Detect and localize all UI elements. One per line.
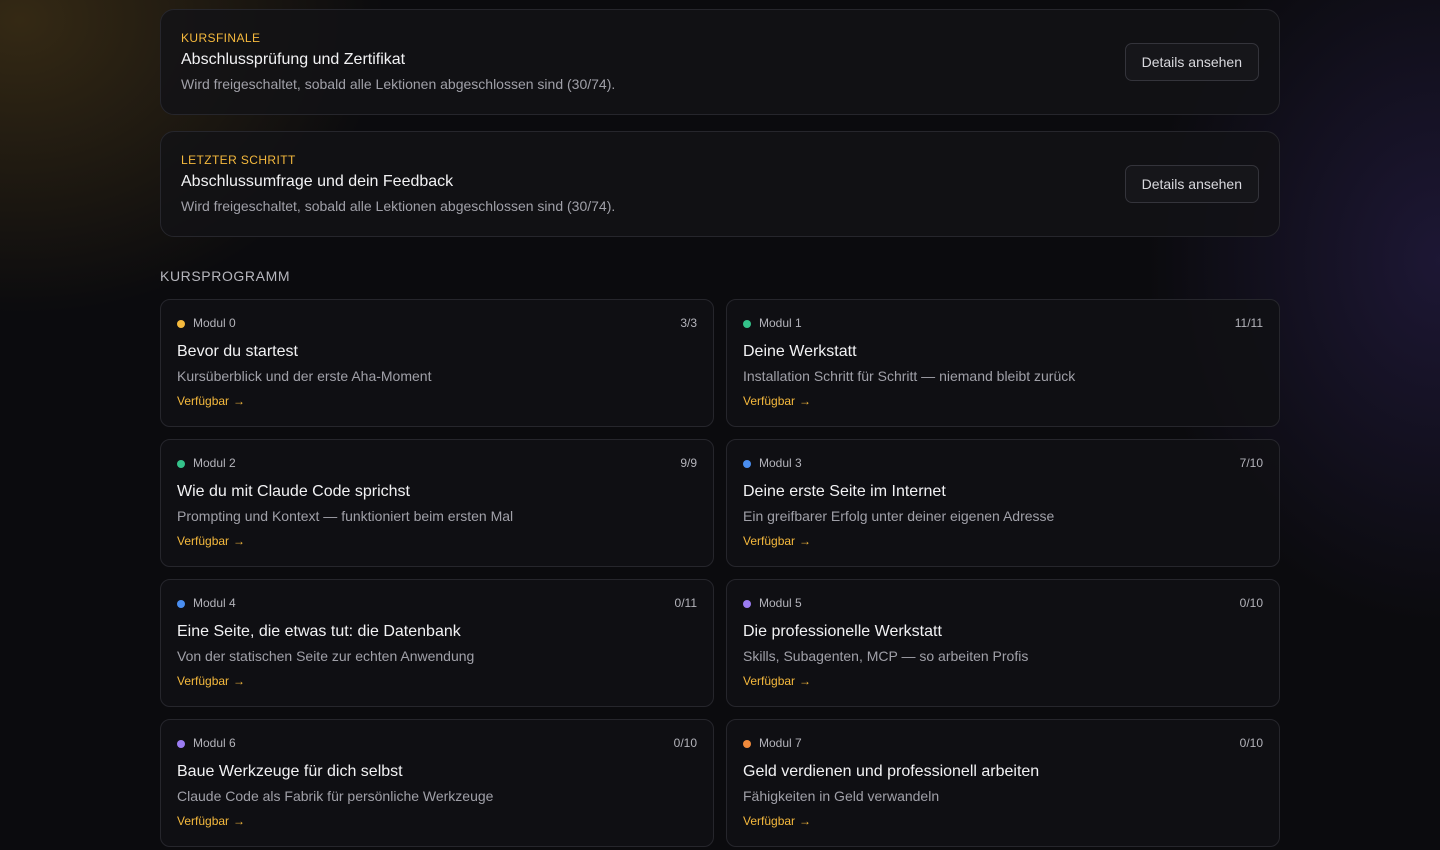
module-description: Von der statischen Seite zur echten Anwe…	[177, 648, 475, 664]
arrow-right-icon: →	[233, 534, 246, 548]
module-available-label: Verfügbar	[177, 674, 230, 688]
module-title: Geld verdienen und professionell arbeite…	[743, 763, 1040, 780]
module-card-0[interactable]: Modul 0 3/3 Bevor du startest Kursüberbl…	[160, 299, 714, 427]
arrow-right-icon: →	[233, 674, 246, 688]
program-heading: KURSPROGRAMM	[160, 268, 291, 284]
module-available-label: Verfügbar	[743, 394, 796, 408]
module-title: Bevor du startest	[177, 343, 298, 360]
module-status-dot	[743, 460, 751, 468]
course-content: KURSFINALE Abschlussprüfung und Zertifik…	[160, 9, 1280, 847]
module-title: Deine erste Seite im Internet	[743, 483, 946, 500]
module-progress: 3/3	[680, 316, 697, 330]
module-title: Baue Werkzeuge für dich selbst	[177, 763, 403, 780]
module-available-link[interactable]: Verfügbar →	[177, 534, 245, 548]
module-label: Modul 1	[759, 316, 802, 330]
course-page: KURSFINALE Abschlussprüfung und Zertifik…	[0, 0, 1440, 850]
final-exam-title: Abschlussprüfung und Zertifikat	[181, 51, 406, 68]
arrow-right-icon: →	[799, 394, 812, 408]
module-title: Die professionelle Werkstatt	[743, 623, 942, 640]
module-available-link[interactable]: Verfügbar →	[743, 534, 811, 548]
module-description: Installation Schritt für Schritt — niema…	[743, 368, 1076, 384]
arrow-right-icon: →	[233, 394, 246, 408]
final-survey-eyebrow: LETZTER SCHRITT	[181, 153, 296, 167]
module-description: Prompting und Kontext — funktioniert bei…	[177, 508, 514, 524]
module-status-dot	[743, 600, 751, 608]
module-title: Deine Werkstatt	[743, 343, 857, 360]
final-exam-details-button[interactable]: Details ansehen	[1124, 43, 1259, 81]
module-grid: Modul 0 3/3 Bevor du startest Kursüberbl…	[160, 299, 1280, 847]
module-description: Kursüberblick und der erste Aha-Moment	[177, 368, 432, 384]
module-title: Eine Seite, die etwas tut: die Datenbank	[177, 623, 461, 640]
module-available-link[interactable]: Verfügbar →	[177, 394, 245, 408]
module-card-4[interactable]: Modul 4 0/11 Eine Seite, die etwas tut: …	[160, 579, 714, 707]
module-description: Ein greifbarer Erfolg unter deiner eigen…	[743, 508, 1055, 524]
module-status-dot	[743, 740, 751, 748]
module-progress: 9/9	[680, 456, 697, 470]
module-status-dot	[177, 460, 185, 468]
module-card-5[interactable]: Modul 5 0/10 Die professionelle Werkstat…	[726, 579, 1280, 707]
arrow-right-icon: →	[799, 674, 812, 688]
module-status-dot	[177, 740, 185, 748]
arrow-right-icon: →	[799, 814, 812, 828]
module-status-dot	[177, 320, 185, 328]
final-exam-card: KURSFINALE Abschlussprüfung und Zertifik…	[160, 9, 1280, 115]
module-available-label: Verfügbar	[177, 394, 230, 408]
module-card-2[interactable]: Modul 2 9/9 Wie du mit Claude Code spric…	[160, 439, 714, 567]
module-available-link[interactable]: Verfügbar →	[177, 674, 245, 688]
module-available-label: Verfügbar	[743, 534, 796, 548]
final-survey-title: Abschlussumfrage und dein Feedback	[181, 173, 454, 190]
final-survey-description: Wird freigeschaltet, sobald alle Lektion…	[181, 198, 616, 214]
module-card-3[interactable]: Modul 3 7/10 Deine erste Seite im Intern…	[726, 439, 1280, 567]
module-available-label: Verfügbar	[743, 814, 796, 828]
module-progress: 0/10	[1239, 596, 1263, 610]
final-survey-details-button[interactable]: Details ansehen	[1124, 165, 1259, 203]
module-label: Modul 5	[759, 596, 802, 610]
final-survey-card: LETZTER SCHRITT Abschlussumfrage und dei…	[160, 131, 1280, 237]
module-label: Modul 3	[759, 456, 802, 470]
module-label: Modul 2	[193, 456, 236, 470]
module-progress: 0/11	[674, 596, 697, 610]
module-status-dot	[177, 600, 185, 608]
module-available-link[interactable]: Verfügbar →	[177, 814, 245, 828]
final-exam-eyebrow: KURSFINALE	[181, 31, 261, 45]
module-label: Modul 4	[193, 596, 236, 610]
module-progress: 0/10	[673, 736, 697, 750]
module-progress: 0/10	[1239, 736, 1263, 750]
module-label: Modul 0	[193, 316, 236, 330]
module-description: Claude Code als Fabrik für persönliche W…	[177, 788, 494, 804]
module-status-dot	[743, 320, 751, 328]
module-card-1[interactable]: Modul 1 11/11 Deine Werkstatt Installati…	[726, 299, 1280, 427]
module-available-label: Verfügbar	[177, 814, 230, 828]
module-progress: 11/11	[1234, 316, 1263, 330]
module-card-7[interactable]: Modul 7 0/10 Geld verdienen und professi…	[726, 719, 1280, 847]
module-available-label: Verfügbar	[177, 534, 230, 548]
module-card-6[interactable]: Modul 6 0/10 Baue Werkzeuge für dich sel…	[160, 719, 714, 847]
module-available-link[interactable]: Verfügbar →	[743, 814, 811, 828]
arrow-right-icon: →	[233, 814, 246, 828]
module-progress: 7/10	[1239, 456, 1263, 470]
module-title: Wie du mit Claude Code sprichst	[177, 483, 410, 500]
module-available-link[interactable]: Verfügbar →	[743, 674, 811, 688]
module-description: Fähigkeiten in Geld verwandeln	[743, 788, 940, 804]
final-exam-description: Wird freigeschaltet, sobald alle Lektion…	[181, 76, 616, 92]
module-available-label: Verfügbar	[743, 674, 796, 688]
module-label: Modul 7	[759, 736, 802, 750]
arrow-right-icon: →	[799, 534, 812, 548]
module-available-link[interactable]: Verfügbar →	[743, 394, 811, 408]
module-label: Modul 6	[193, 736, 236, 750]
module-description: Skills, Subagenten, MCP — so arbeiten Pr…	[743, 648, 1029, 664]
